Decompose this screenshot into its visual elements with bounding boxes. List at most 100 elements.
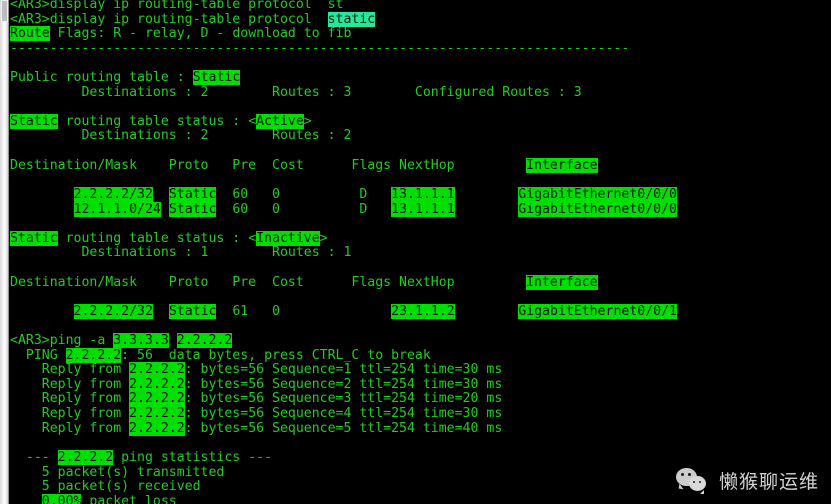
highlighted-text: Static — [168, 201, 217, 217]
terminal-line: <AR3>display ip routing-table protocol s… — [10, 11, 831, 28]
terminal-text: > — [319, 230, 328, 246]
terminal-line: Reply from 2.2.2.2: bytes=56 Sequence=4 … — [10, 406, 831, 422]
watermark-label: 懒猴聊运维 — [718, 471, 819, 493]
highlighted-text: 2.2.2.2 — [129, 362, 185, 378]
highlighted-text: 2.2.2.2 — [129, 406, 185, 422]
terminal-text: Reply from — [10, 362, 130, 378]
terminal-text: : bytes=56 Sequence=4 ttl=254 time=30 ms — [184, 406, 503, 422]
highlighted-text: 2.2.2.2 — [176, 333, 233, 349]
terminal-text: Destinations : 2 Routes : 2 — [10, 128, 352, 144]
terminal-text: 5 packet(s) transmitted — [10, 464, 225, 480]
terminal-line: 12.1.1.0/24 Static 60 0 D 13.1.1.1 Gigab… — [10, 201, 831, 218]
highlighted-text: static — [327, 11, 376, 27]
terminal-text: --- — [10, 449, 58, 465]
terminal-text: : bytes=56 Sequence=2 ttl=254 time=30 ms — [184, 376, 503, 392]
terminal-line: Static routing table status : <Active> — [10, 113, 831, 130]
terminal-text: : bytes=56 Sequence=5 ttl=254 time=40 ms — [184, 420, 503, 436]
terminal-text: <AR3>ping -a — [10, 333, 114, 349]
wechat-icon — [675, 467, 710, 494]
terminal-line: Reply from 2.2.2.2: bytes=56 Sequence=1 … — [10, 362, 831, 378]
terminal-text: 61 0 — [216, 303, 392, 319]
terminal-line: Destinations : 2 Routes : 2 — [10, 129, 831, 144]
highlighted-text: GigabitEthernet0/0/0 — [518, 201, 677, 217]
terminal-line: PING 2.2.2.2: 56 data bytes, press CTRL_… — [10, 347, 831, 364]
terminal-text: > — [303, 113, 312, 129]
terminal-text: 5 packet(s) received — [10, 479, 201, 495]
highlighted-text: GigabitEthernet0/0/0 — [518, 186, 677, 202]
terminal-text: Reply from — [10, 376, 130, 392]
highlighted-text: 12.1.1.0/24 — [73, 201, 161, 217]
terminal-text: ----------------------------------------… — [10, 40, 630, 56]
terminal-text: Reply from — [10, 420, 130, 436]
terminal-line: Reply from 2.2.2.2: bytes=56 Sequence=3 … — [10, 391, 831, 407]
terminal-text: PING — [10, 347, 66, 363]
terminal-output: <AR3>display ip routing-table protocol s… — [10, 0, 831, 504]
highlighted-text: Static — [168, 303, 217, 319]
terminal-line: <AR3>ping -a 3.3.3.3 2.2.2.2 — [10, 333, 831, 349]
highlighted-text: 13.1.1.1 — [391, 186, 455, 202]
highlighted-text: Static — [10, 113, 58, 129]
terminal-text: Destination/Mask Proto Pre Cost Flags Ne… — [10, 157, 527, 173]
highlighted-text: Interface — [526, 274, 598, 290]
highlighted-text: Active — [256, 113, 304, 129]
terminal-line: Destinations : 2 Routes : 3 Configured R… — [10, 85, 831, 101]
highlighted-text: Inactive — [256, 230, 320, 246]
terminal-text: : bytes=56 Sequence=1 ttl=254 time=30 ms — [184, 362, 503, 378]
highlighted-text: Static — [168, 186, 217, 202]
terminal-line: --- 2.2.2.2 ping statistics --- — [10, 449, 831, 466]
terminal-text: routing table status : < — [57, 230, 257, 246]
highlighted-text: 2.2.2.2 — [65, 347, 122, 363]
highlighted-text: 2.2.2.2 — [57, 449, 114, 465]
highlighted-text: Interface — [526, 157, 598, 173]
highlighted-text: 2.2.2.2 — [129, 391, 185, 407]
terminal-line: 2.2.2.2/32 Static 60 0 D 13.1.1.1 Gigabi… — [10, 186, 831, 203]
highlighted-text: 2.2.2.2 — [129, 376, 185, 392]
terminal-text: <AR3>display ip routing-table protocol s… — [10, 0, 344, 12]
terminal-text: routing table status : < — [57, 113, 257, 129]
highlighted-text: 2.2.2.2 — [129, 420, 185, 436]
terminal-text: Destinations : 1 Routes : 1 — [10, 245, 352, 261]
highlighted-text: 23.1.1.2 — [391, 303, 455, 319]
terminal-window[interactable]: <AR3>display ip routing-table protocol s… — [0, 0, 831, 504]
highlighted-text: GigabitEthernet0/0/1 — [518, 303, 677, 319]
terminal-text: Destination/Mask Proto Pre Cost Flags Ne… — [10, 274, 527, 290]
terminal-line: Static routing table status : <Inactive> — [10, 230, 831, 247]
terminal-text: ping statistics --- — [113, 449, 273, 465]
highlighted-text: 3.3.3.3 — [113, 333, 169, 349]
highlighted-text: 0.00% — [41, 493, 82, 504]
highlighted-text: Static — [10, 230, 58, 246]
terminal-text: 60 0 D — [216, 201, 392, 217]
terminal-scrollbar[interactable] — [0, 0, 9, 504]
highlighted-text: 2.2.2.2/32 — [73, 303, 153, 319]
terminal-line: 0.00% packet loss — [10, 493, 831, 504]
highlighted-text: Route — [10, 26, 50, 42]
watermark: 懒猴聊运维 — [675, 467, 819, 494]
highlighted-text: 2.2.2.2/32 — [73, 186, 153, 202]
scrollbar-thumb[interactable] — [1, 0, 8, 22]
terminal-text: : 56 data bytes, press CTRL_C to break — [121, 347, 431, 363]
highlighted-text: 13.1.1.1 — [391, 201, 455, 217]
terminal-line: 2.2.2.2/32 Static 61 0 23.1.1.2 GigabitE… — [10, 303, 831, 320]
highlighted-text: Static — [192, 70, 241, 86]
terminal-line: ----------------------------------------… — [10, 40, 831, 57]
terminal-text: <AR3>display ip routing-table protocol — [10, 11, 328, 27]
